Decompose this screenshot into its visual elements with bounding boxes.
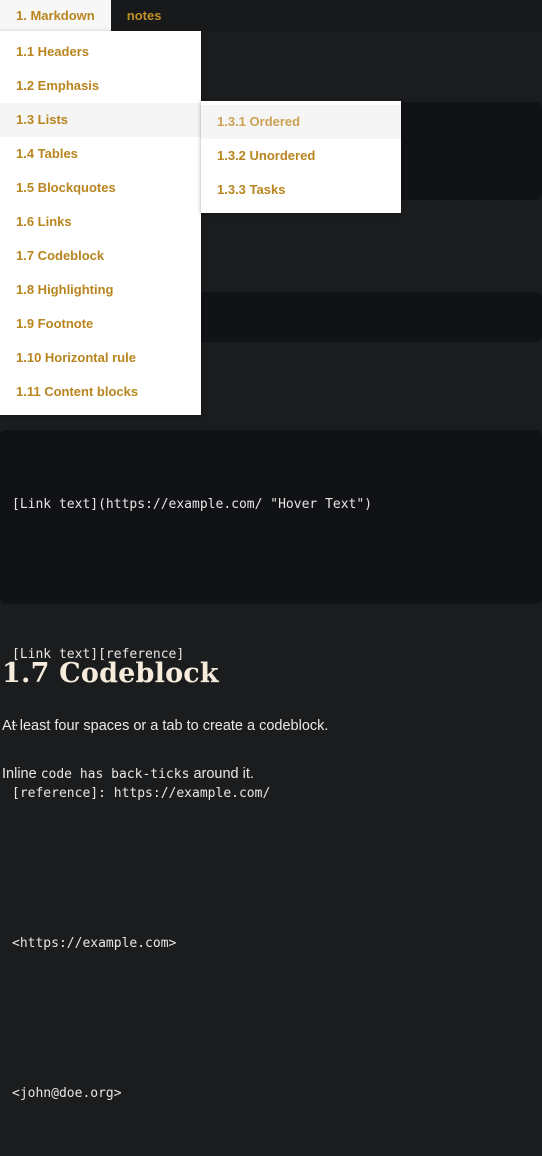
code-line-blank-1 [12,567,530,592]
menu-item-highlighting[interactable]: 1.8 Highlighting [0,273,201,307]
submenu-item-tasks[interactable]: 1.3.3 Tasks [201,173,401,207]
menu-item-content-blocks[interactable]: 1.11 Content blocks [0,375,201,409]
code-line-autolink-url: <https://example.com> [12,936,177,951]
menu-item-headers[interactable]: 1.1 Headers [0,35,201,69]
inline-text-after: around it. [189,766,254,783]
codeblock-paragraph-primary: At least four spaces or a tab to create … [2,718,329,735]
tab-bar: 1. Markdown notes [0,0,542,31]
menu-item-horizontal-rule[interactable]: 1.10 Horizontal rule [0,341,201,375]
menu-item-codeblock[interactable]: 1.7 Codeblock [0,239,201,273]
markdown-dropdown-menu: 1.1 Headers 1.2 Emphasis 1.3 Lists 1.4 T… [0,31,201,415]
inline-code-sample: code has back-ticks [40,767,190,783]
submenu-item-unordered[interactable]: 1.3.2 Unordered [201,139,401,173]
codeblock-section: 1.7 Codeblock At least four spaces or a … [0,630,542,786]
menu-item-lists[interactable]: 1.3 Lists [0,103,201,137]
tab-markdown[interactable]: 1. Markdown [0,0,111,31]
lists-submenu: 1.3.1 Ordered 1.3.2 Unordered 1.3.3 Task… [201,101,401,213]
submenu-item-ordered[interactable]: 1.3.1 Ordered [201,105,401,139]
menu-item-footnote[interactable]: 1.9 Footnote [0,307,201,341]
code-line-autolink-email: <john@doe.org> [12,1086,122,1101]
codeblock-paragraph-inline: Inline code has back-ticks around it. [2,764,540,786]
links-code-block: [Link text](https://example.com/ "Hover … [0,430,542,1101]
menu-item-blockquotes[interactable]: 1.5 Blockquotes [0,171,201,205]
menu-item-tables[interactable]: 1.4 Tables [0,137,201,171]
menu-item-links[interactable]: 1.6 Links [0,205,201,239]
inline-text-before: Inline [2,766,41,783]
tab-notes[interactable]: notes [111,0,178,31]
code-line-blank-2 [12,856,530,881]
section-heading-codeblock: 1.7 Codeblock [2,658,219,689]
code-line-blank-3 [12,1006,530,1031]
code-line-link-inline: [Link text](https://example.com/ "Hover … [12,497,373,512]
menu-item-emphasis[interactable]: 1.2 Emphasis [0,69,201,103]
